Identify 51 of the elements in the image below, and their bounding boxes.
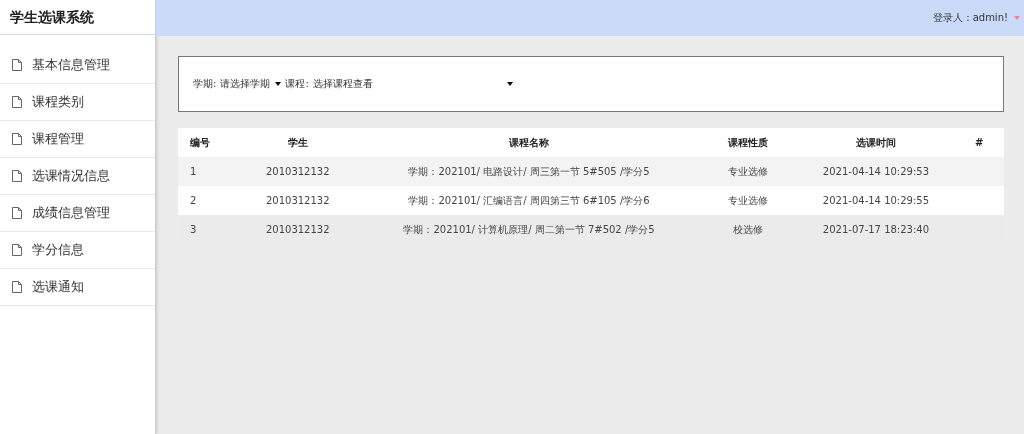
document-icon (12, 244, 22, 256)
table-cell: 学期：202101/ 汇编语言/ 周四第三节 6#105 /学分6 (359, 186, 699, 215)
sidebar-item[interactable]: 选课通知 (0, 269, 155, 306)
table-cell: 2021-07-17 18:23:40 (797, 215, 955, 244)
column-header: 课程名称 (359, 128, 699, 157)
table-cell: 校选修 (698, 215, 798, 244)
table-cell: 3 (178, 215, 236, 244)
select-dropdown[interactable]: 选择课程查看 (312, 77, 513, 91)
caret-icon (506, 82, 513, 86)
table-cell: 学期：202101/ 计算机原理/ 周二第一节 7#502 /学分5 (359, 215, 699, 244)
column-header: 课程性质 (698, 128, 798, 157)
document-icon (12, 207, 22, 219)
document-icon (12, 170, 22, 182)
table-cell: 1 (178, 157, 236, 186)
filter-label: 学期: (193, 77, 217, 91)
sidebar-item-label: 选课情况信息 (32, 167, 110, 185)
column-header: 编号 (178, 128, 236, 157)
select-dropdown[interactable]: 请选择学期 (220, 77, 282, 91)
filter-label: 课程: (285, 77, 309, 91)
sidebar-item-label: 选课通知 (32, 278, 84, 296)
logged-in-user[interactable]: 登录人：admin! (932, 11, 1008, 25)
table-cell: 2021-04-14 10:29:53 (797, 157, 955, 186)
column-header: 选课时间 (797, 128, 955, 157)
sidebar-item-label: 成绩信息管理 (32, 204, 110, 222)
table-cell: 2021-04-14 10:29:55 (797, 186, 955, 215)
table-cell: 2010312132 (235, 157, 360, 186)
column-header: # (954, 128, 1004, 157)
table-cell: 学期：202101/ 电路设计/ 周三第一节 5#505 /学分5 (359, 157, 699, 186)
caret-icon (275, 82, 282, 86)
sidebar-item[interactable]: 基本信息管理 (0, 47, 155, 84)
document-icon (12, 281, 22, 293)
sidebar-item-label: 课程管理 (32, 130, 84, 148)
sidebar-item[interactable]: 成绩信息管理 (0, 195, 155, 232)
document-icon (12, 59, 22, 71)
dropdown-caret-icon[interactable] (1014, 16, 1020, 20)
sidebar-item[interactable]: 课程类别 (0, 84, 155, 121)
sidebar-item[interactable]: 选课情况信息 (0, 158, 155, 195)
app-title: 学生选课系统 (0, 0, 155, 35)
sidebar-item-label: 基本信息管理 (32, 56, 110, 74)
table-cell: 2010312132 (235, 186, 360, 215)
table-cell: 2 (178, 186, 236, 215)
sidebar-item[interactable]: 课程管理 (0, 121, 155, 158)
document-icon (12, 133, 22, 145)
sidebar-item-label: 学分信息 (32, 241, 84, 259)
sidebar-item[interactable]: 学分信息 (0, 232, 155, 269)
table-cell: 专业选修 (698, 186, 798, 215)
table-cell: 专业选修 (698, 157, 798, 186)
document-icon (12, 96, 22, 108)
sidebar-item-label: 课程类别 (32, 93, 84, 111)
column-header: 学生 (235, 128, 360, 157)
table-cell: 2010312132 (235, 215, 360, 244)
